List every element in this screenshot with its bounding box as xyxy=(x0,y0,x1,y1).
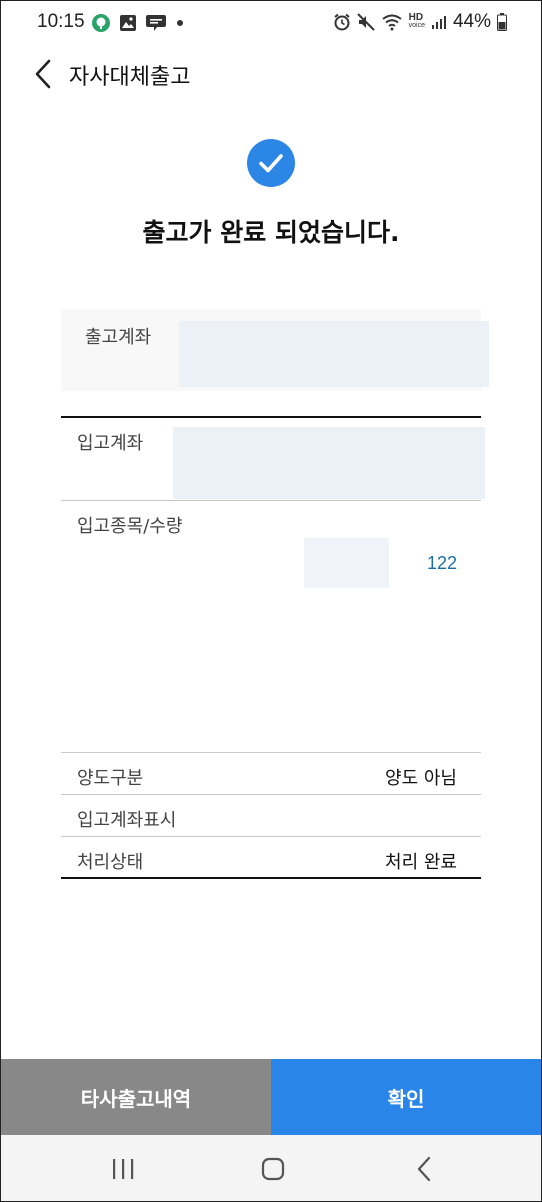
blog-icon xyxy=(146,15,166,31)
home-button[interactable] xyxy=(253,1153,293,1185)
status-right-icons: HD voice 44% xyxy=(333,11,507,33)
recent-apps-icon xyxy=(113,1159,134,1179)
talk-icon xyxy=(92,14,110,32)
alarm-icon xyxy=(333,13,350,31)
wifi-icon xyxy=(382,14,402,31)
status-value: 처리 완료 xyxy=(385,852,457,873)
system-back-button[interactable] xyxy=(405,1153,445,1185)
out-account-label: 출고계좌 xyxy=(85,327,152,348)
hd-label: HD xyxy=(408,12,424,23)
status-time: 10:15 xyxy=(37,11,85,32)
status-bar: 10:15 HD voice 44% xyxy=(1,1,541,47)
hd-voice-badge: HD voice xyxy=(408,12,425,30)
transfer-type-value: 양도 아님 xyxy=(385,768,457,789)
out-account-value-masked xyxy=(179,321,489,387)
recent-apps-button[interactable] xyxy=(103,1153,143,1185)
item-name-masked xyxy=(304,538,389,588)
system-nav-bar xyxy=(1,1135,541,1201)
success-check-badge xyxy=(247,139,295,187)
signal-icon xyxy=(431,16,446,29)
dot-icon xyxy=(177,20,183,26)
app-frame: 10:15 HD voice 44% 자사대체출고 출고가 완료 되었습니다. … xyxy=(0,0,542,1202)
quantity-value: 122 xyxy=(426,553,457,573)
divider xyxy=(61,752,481,753)
mute-icon xyxy=(356,13,375,31)
voice-label: voice xyxy=(408,22,425,29)
in-account-label: 입고계좌 xyxy=(77,433,144,454)
status-left-icons xyxy=(91,13,185,33)
success-message: 출고가 완료 되었습니다. xyxy=(142,218,400,247)
divider xyxy=(61,500,481,501)
back-icon xyxy=(417,1156,431,1182)
home-icon xyxy=(261,1157,285,1181)
divider xyxy=(61,794,481,795)
in-account-value-masked xyxy=(173,427,485,499)
gallery-icon xyxy=(120,15,136,31)
in-account-display-label: 입고계좌표시 xyxy=(77,810,177,831)
battery-percent: 44% xyxy=(452,11,491,32)
transfer-type-label: 양도구분 xyxy=(77,768,144,789)
battery-icon xyxy=(497,13,507,31)
item-quantity-label: 입고종목/수량 xyxy=(77,516,183,537)
back-button[interactable] xyxy=(31,57,61,91)
other-company-history-button[interactable]: 타사출고내역 xyxy=(1,1059,271,1135)
divider xyxy=(61,877,481,879)
check-icon xyxy=(259,154,283,173)
chevron-left-icon xyxy=(35,59,51,89)
page-title: 자사대체출고 xyxy=(69,65,191,90)
divider xyxy=(61,836,481,837)
status-label: 처리상태 xyxy=(77,852,144,873)
confirm-button[interactable]: 확인 xyxy=(271,1059,541,1135)
app-header: 자사대체출고 xyxy=(1,47,541,99)
divider xyxy=(61,416,481,418)
